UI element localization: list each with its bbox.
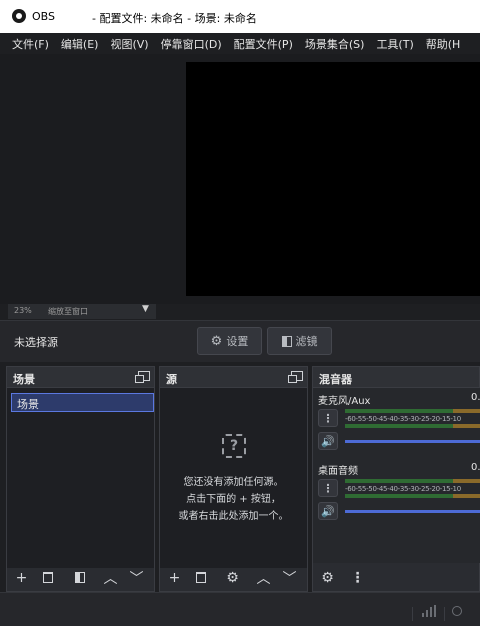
no-source-label: 未选择源	[14, 336, 58, 349]
menu-profile[interactable]: 配置文件(P)	[222, 33, 293, 54]
remove-scene-button[interactable]	[37, 568, 58, 587]
settings-button[interactable]: ⚙ 设置	[197, 327, 262, 355]
channel-name: 麦克风/Aux	[318, 396, 371, 407]
volume-meter	[345, 424, 453, 428]
mixer-title: 混音器	[313, 367, 479, 388]
sources-dock: 源 ? 您还没有添加任何源。 点击下面的 + 按钮， 或者右击此处添加一个。 +…	[159, 366, 308, 592]
scenes-list[interactable]: 场景	[7, 388, 154, 568]
menu-help[interactable]: 帮助(H	[414, 33, 461, 54]
menu-edit[interactable]: 编辑(E)	[49, 33, 99, 54]
zoom-selector[interactable]: 23% 缩放至窗口 ▼	[8, 304, 156, 319]
empty-line-2: 点击下面的 + 按钮，	[186, 494, 281, 505]
chevron-up-icon: ︿	[103, 570, 118, 587]
add-source-button[interactable]: +	[164, 568, 185, 587]
menu-bar: 文件(F) 编辑(E) 视图(V) 停靠窗口(D) 配置文件(P) 场景集合(S…	[0, 33, 480, 54]
signal-bars-icon	[422, 605, 436, 617]
move-down-button[interactable]: ﹀	[279, 568, 300, 587]
move-up-button[interactable]: ︿	[253, 568, 274, 587]
status-bar	[0, 592, 480, 626]
menu-tools[interactable]: 工具(T)	[364, 33, 413, 54]
gear-icon: ⚙	[226, 569, 239, 586]
channel-db: 0.	[471, 462, 480, 473]
chevron-down-icon: ﹀	[282, 570, 297, 587]
popout-icon[interactable]	[288, 371, 303, 383]
speaker-icon: 🔊	[321, 434, 335, 448]
obs-logo-icon	[12, 9, 26, 23]
menu-scene-collection[interactable]: 场景集合(S)	[293, 33, 365, 54]
move-up-button[interactable]: ︿	[100, 568, 121, 587]
zoom-value: 23%	[14, 306, 32, 315]
volume-meter-warn	[453, 479, 480, 483]
divider	[412, 607, 413, 621]
volume-meter	[345, 494, 453, 498]
trash-icon	[42, 572, 53, 583]
empty-sources-message: 您还没有添加任何源。 点击下面的 + 按钮， 或者右击此处添加一个。	[160, 474, 307, 525]
volume-meter-warn	[453, 409, 480, 413]
channel-name: 桌面音频	[318, 466, 358, 477]
gear-icon: ⚙	[210, 333, 223, 349]
menu-docks[interactable]: 停靠窗口(D)	[149, 33, 222, 54]
volume-slider[interactable]	[345, 440, 480, 443]
scene-item[interactable]: 场景	[11, 393, 154, 412]
preview-canvas[interactable]	[186, 62, 480, 296]
volume-meter	[345, 409, 453, 413]
mute-button[interactable]: 🔊	[318, 432, 338, 450]
empty-line-1: 您还没有添加任何源。	[183, 477, 284, 488]
volume-meter	[345, 479, 453, 483]
meter-scale: -60-55-50-45-40-35-30-25-20-15-10	[345, 415, 461, 423]
add-scene-button[interactable]: +	[11, 568, 32, 587]
title-bar: OBS - 配置文件: 未命名 - 场景: 未命名	[0, 0, 480, 33]
scene-filters-button[interactable]	[69, 568, 90, 587]
channel-menu-button[interactable]: ⋮	[318, 409, 338, 427]
plus-icon: +	[168, 569, 181, 586]
advanced-audio-button[interactable]: ⚙	[317, 568, 338, 587]
more-vertical-icon: ⋮	[322, 481, 334, 495]
mute-button[interactable]: 🔊	[318, 502, 338, 520]
filters-label: 滤镜	[295, 335, 318, 348]
more-vertical-icon: ⋮	[350, 569, 365, 586]
gear-icon: ⚙	[321, 569, 334, 586]
sources-list[interactable]: ? 您还没有添加任何源。 点击下面的 + 按钮， 或者右击此处添加一个。	[160, 388, 307, 568]
empty-line-3: 或者右击此处添加一个。	[178, 511, 289, 522]
move-down-button[interactable]: ﹀	[126, 568, 147, 587]
trash-icon	[195, 572, 206, 583]
scenes-dock: 场景 场景 + ︿ ﹀	[6, 366, 155, 592]
sources-title: 源	[160, 367, 307, 388]
chevron-up-icon: ︿	[256, 570, 271, 587]
channel-menu-button[interactable]: ⋮	[318, 479, 338, 497]
filters-button[interactable]: 滤镜	[267, 327, 332, 355]
mixer-menu-button[interactable]: ⋮	[347, 568, 368, 587]
mixer-dock: 混音器 麦克风/Aux 0. ⋮ -60-55-50-45-40-35-30-2…	[312, 366, 480, 592]
volume-meter-warn	[453, 494, 480, 498]
source-properties-button[interactable]: ⚙	[222, 568, 243, 587]
remove-source-button[interactable]	[190, 568, 211, 587]
speaker-icon: 🔊	[321, 504, 335, 518]
volume-slider[interactable]	[345, 510, 480, 513]
menu-file[interactable]: 文件(F)	[0, 33, 49, 54]
chevron-down-icon: ▼	[142, 304, 149, 314]
menu-view[interactable]: 视图(V)	[98, 33, 148, 54]
zoom-mode: 缩放至窗口	[48, 307, 88, 316]
app-name: OBS	[32, 10, 55, 23]
chevron-down-icon: ﹀	[129, 570, 144, 587]
settings-label: 设置	[226, 335, 249, 348]
mixer-channels: 麦克风/Aux 0. ⋮ -60-55-50-45-40-35-30-25-20…	[313, 388, 480, 563]
filter-icon	[74, 572, 85, 583]
meter-scale: -60-55-50-45-40-35-30-25-20-15-10	[345, 485, 461, 493]
divider	[444, 607, 445, 621]
scenes-title: 场景	[7, 367, 154, 388]
window-title: - 配置文件: 未命名 - 场景: 未命名	[92, 12, 257, 25]
channel-db: 0.	[471, 392, 480, 403]
question-icon: ?	[222, 434, 246, 458]
volume-meter-warn	[453, 424, 480, 428]
record-status-icon	[452, 606, 462, 616]
plus-icon: +	[15, 569, 28, 586]
popout-icon[interactable]	[135, 371, 150, 383]
filter-icon	[281, 335, 292, 347]
more-vertical-icon: ⋮	[322, 411, 334, 425]
